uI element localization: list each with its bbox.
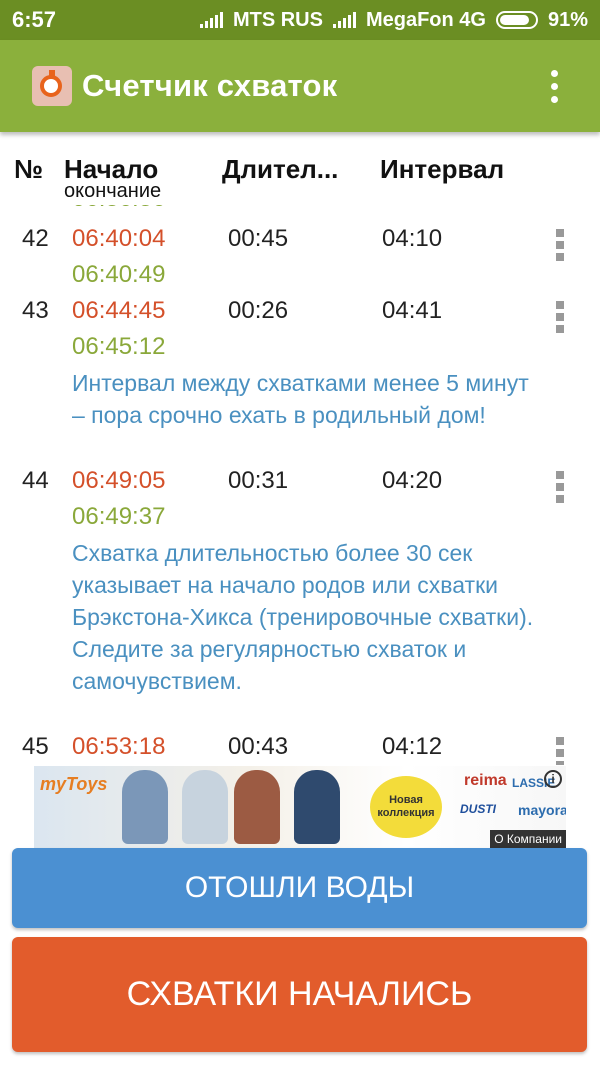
end-time-clipped: 06:36:36: [72, 205, 165, 213]
row-note: Схватка длительностью более 30 сек указы…: [72, 540, 534, 694]
more-vert-icon[interactable]: [551, 69, 558, 103]
stopwatch-logo-icon: [32, 66, 72, 106]
row-menu-icon[interactable]: [556, 737, 564, 765]
row-num: 44: [22, 467, 49, 494]
row-duration: 00:45: [228, 225, 289, 252]
row-interval: 04:12: [382, 733, 443, 760]
row-start: 06:49:05: [72, 467, 166, 494]
row-interval: 04:41: [382, 297, 443, 324]
contractions-started-button[interactable]: СХВАТКИ НАЧАЛИСЬ: [12, 937, 587, 1052]
ad-kid-image: [182, 770, 228, 844]
app-bar: Счетчик схваток: [0, 40, 600, 132]
signal-icon: [199, 12, 223, 28]
water-broke-button[interactable]: ОТОШЛИ ВОДЫ: [12, 848, 587, 928]
row-num: 43: [22, 297, 49, 324]
row-duration: 00:43: [228, 733, 289, 760]
row-end: 06:40:49: [72, 261, 166, 288]
ad-kid-image: [122, 770, 168, 844]
header-start-sub: окончание: [64, 180, 162, 202]
row-end: 06:45:12: [72, 333, 166, 360]
ad-brand: myToys: [40, 774, 108, 794]
ad-kid-image: [294, 770, 340, 844]
row-start: 06:44:45: [72, 297, 166, 324]
battery-icon: [495, 11, 538, 29]
row-num: 42: [22, 225, 49, 252]
row-start: 06:40:04: [72, 225, 166, 252]
battery-label: 91%: [547, 8, 588, 31]
header-interval: Интервал: [380, 154, 505, 184]
status-bar: 6:57 MTS RUS MegaFon 4G 91%: [0, 0, 600, 40]
row-interval: 04:20: [382, 467, 443, 494]
carrier2-label: MegaFon 4G: [365, 8, 486, 31]
row-end: 06:49:37: [72, 503, 166, 530]
status-time: 6:57: [12, 7, 57, 32]
signal-icon-2: [332, 12, 356, 28]
ad-brand-reima: reima: [464, 772, 507, 789]
row-menu-icon[interactable]: [556, 229, 564, 261]
table-header: № Начало окончание Длител... Интервал: [0, 150, 600, 205]
ad-badge: Новая коллекция: [370, 776, 442, 838]
carrier1-label: MTS RUS: [232, 8, 323, 31]
status-icons: MTS RUS MegaFon 4G 91%: [199, 8, 588, 32]
ad-brand-dusti: DUSTI: [460, 802, 496, 816]
row-menu-icon[interactable]: [556, 471, 564, 503]
header-duration: Длител...: [222, 154, 339, 184]
ad-about-link[interactable]: О Компании: [490, 830, 566, 848]
row-interval: 04:10: [382, 225, 443, 252]
header-num: №: [14, 154, 43, 184]
row-note: Интервал между схватками менее 5 минут –…: [72, 370, 529, 428]
ad-info-icon[interactable]: i: [544, 770, 562, 788]
contractions-list[interactable]: 06:36:36 42 06:40:04 00:45 04:10 06:40:4…: [0, 205, 600, 765]
row-duration: 00:26: [228, 297, 289, 324]
row-start: 06:53:18: [72, 733, 166, 760]
row-num: 45: [22, 733, 49, 760]
ad-brand-mayoral: mayoral: [518, 802, 566, 818]
ad-banner[interactable]: myToys Новая коллекция reima LASSIE DUST…: [34, 766, 566, 848]
row-duration: 00:31: [228, 467, 289, 494]
row-menu-icon[interactable]: [556, 301, 564, 333]
app-title: Счетчик схваток: [82, 68, 338, 103]
ad-kid-image: [234, 770, 280, 844]
